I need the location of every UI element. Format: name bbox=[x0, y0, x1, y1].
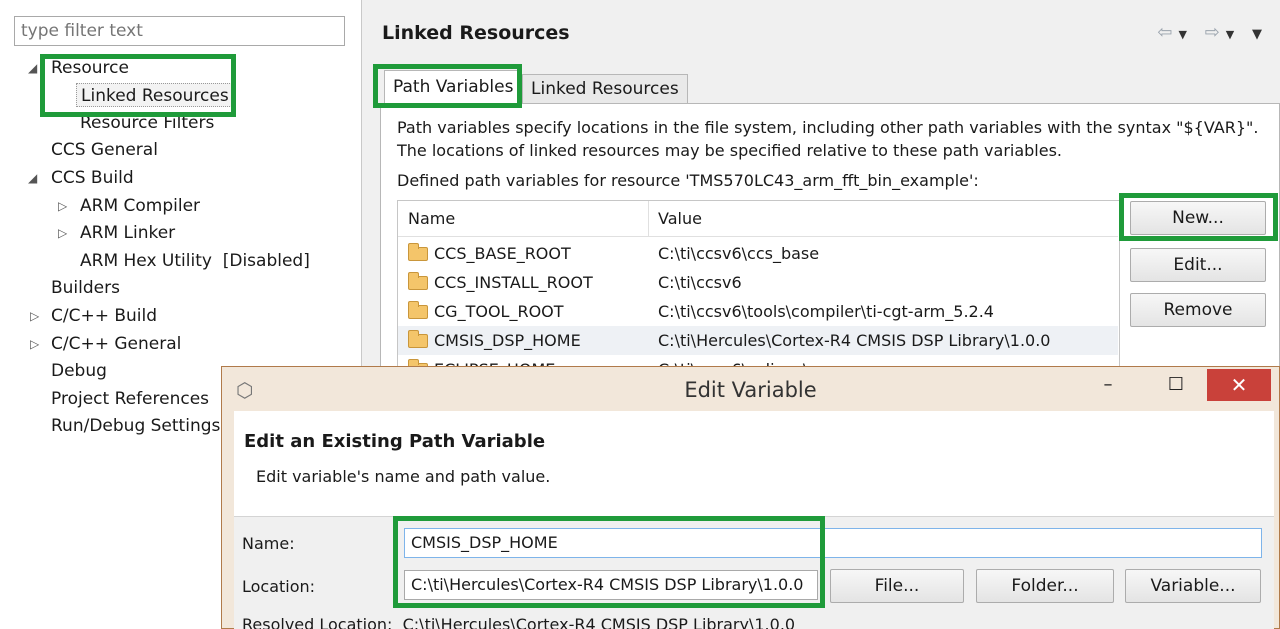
expanded-arrow-icon[interactable]: ◢ bbox=[28, 166, 37, 190]
new-button[interactable]: New... bbox=[1130, 201, 1266, 235]
folder-button[interactable]: Folder... bbox=[976, 569, 1114, 603]
tree-item-resource[interactable]: Resource bbox=[51, 56, 129, 80]
tree-item-ccs-general[interactable]: CCS General bbox=[51, 138, 158, 162]
dialog-subtitle: Edit variable's name and path value. bbox=[256, 467, 551, 486]
tree-item-arm-compiler[interactable]: ARM Compiler bbox=[80, 194, 200, 218]
row-name: CCS_BASE_ROOT bbox=[434, 244, 571, 263]
tab-linked-resources[interactable]: Linked Resources bbox=[522, 74, 688, 104]
collapsed-arrow-icon[interactable]: ▷ bbox=[58, 221, 67, 245]
collapsed-arrow-icon[interactable]: ▷ bbox=[30, 304, 39, 328]
minimize-icon[interactable]: – bbox=[1087, 371, 1129, 401]
row-value: C:\ti\ccsv6\tools\compiler\ti-cgt-arm_5.… bbox=[658, 302, 994, 321]
folder-icon bbox=[408, 243, 428, 261]
collapsed-arrow-icon[interactable]: ▷ bbox=[58, 194, 67, 218]
forward-arrow-icon[interactable]: ⇨ bbox=[1205, 22, 1226, 43]
maximize-icon[interactable]: ☐ bbox=[1155, 371, 1197, 401]
variable-button[interactable]: Variable... bbox=[1125, 569, 1261, 603]
column-header-name[interactable]: Name bbox=[398, 201, 648, 237]
edit-button[interactable]: Edit... bbox=[1130, 248, 1266, 282]
name-field[interactable]: CMSIS_DSP_HOME bbox=[404, 528, 1262, 558]
table-row-selected[interactable]: CMSIS_DSP_HOME C:\ti\Hercules\Cortex-R4 … bbox=[398, 326, 1118, 355]
back-dropdown-icon[interactable]: ▼ bbox=[1179, 28, 1193, 41]
table-row[interactable]: CCS_BASE_ROOT C:\ti\ccsv6\ccs_base bbox=[398, 239, 1118, 268]
tree-item-builders[interactable]: Builders bbox=[51, 276, 120, 300]
collapsed-arrow-icon[interactable]: ▷ bbox=[30, 332, 39, 356]
defined-variables-label: Defined path variables for resource 'TMS… bbox=[397, 171, 979, 190]
page-title: Linked Resources bbox=[382, 22, 570, 44]
tree-item-ccs-build[interactable]: CCS Build bbox=[51, 166, 134, 190]
dialog-banner: Edit an Existing Path Variable Edit vari… bbox=[234, 411, 1274, 517]
row-value: C:\ti\ccsv6\ccs_base bbox=[658, 244, 820, 263]
tree-item-arm-hex-utility[interactable]: ARM Hex Utility [Disabled] bbox=[80, 249, 310, 273]
description-line-2: The locations of linked resources may be… bbox=[397, 141, 1063, 160]
tree-item-debug[interactable]: Debug bbox=[51, 359, 107, 383]
dialog-body: Name: CMSIS_DSP_HOME Location: C:\ti\Her… bbox=[234, 517, 1274, 629]
description-line-1: Path variables specify locations in the … bbox=[397, 118, 1259, 137]
back-arrow-icon[interactable]: ⇦ bbox=[1157, 22, 1178, 43]
row-name: CG_TOOL_ROOT bbox=[434, 302, 564, 321]
filter-input[interactable] bbox=[14, 16, 345, 46]
expanded-arrow-icon[interactable]: ◢ bbox=[28, 56, 37, 80]
tree-item-resource-filters[interactable]: Resource Filters bbox=[80, 111, 214, 135]
tree-item-cpp-general[interactable]: C/C++ General bbox=[51, 332, 181, 356]
tree-item-project-references[interactable]: Project References bbox=[51, 387, 209, 411]
row-value: C:\ti\ccsv6 bbox=[658, 273, 742, 292]
row-name: CCS_INSTALL_ROOT bbox=[434, 273, 593, 292]
folder-icon bbox=[408, 272, 428, 290]
table-row[interactable]: CCS_INSTALL_ROOT C:\ti\ccsv6 bbox=[398, 268, 1118, 297]
page-navigation: ⇦▼ ⇨▼ ▼ bbox=[1157, 22, 1268, 43]
view-menu-icon[interactable]: ▼ bbox=[1252, 27, 1268, 42]
column-header-value[interactable]: Value bbox=[648, 201, 1118, 237]
dialog-heading: Edit an Existing Path Variable bbox=[244, 431, 546, 452]
resolved-location-label: Resolved Location: C:\ti\Hercules\Cortex… bbox=[242, 615, 795, 629]
remove-button[interactable]: Remove bbox=[1130, 293, 1266, 327]
edit-variable-dialog: ⬡ Edit Variable – ☐ ✕ Edit an Existing P… bbox=[221, 366, 1280, 629]
location-label: Location: bbox=[242, 577, 316, 596]
resolved-location-value: C:\ti\Hercules\Cortex-R4 CMSIS DSP Libra… bbox=[402, 615, 796, 629]
row-name: CMSIS_DSP_HOME bbox=[434, 331, 581, 350]
file-button[interactable]: File... bbox=[830, 569, 964, 603]
resolved-label-text: Resolved Location: bbox=[242, 615, 393, 629]
name-label: Name: bbox=[242, 534, 295, 553]
location-field[interactable]: C:\ti\Hercules\Cortex-R4 CMSIS DSP Libra… bbox=[404, 570, 818, 600]
folder-icon bbox=[408, 301, 428, 319]
close-icon[interactable]: ✕ bbox=[1207, 369, 1271, 401]
forward-dropdown-icon[interactable]: ▼ bbox=[1226, 28, 1240, 41]
row-value: C:\ti\Hercules\Cortex-R4 CMSIS DSP Libra… bbox=[658, 331, 1051, 350]
table-row[interactable]: CG_TOOL_ROOT C:\ti\ccsv6\tools\compiler\… bbox=[398, 297, 1118, 326]
tree-item-run-debug-settings[interactable]: Run/Debug Settings bbox=[51, 414, 220, 438]
tree-item-cpp-build[interactable]: C/C++ Build bbox=[51, 304, 157, 328]
tab-path-variables[interactable]: Path Variables bbox=[384, 70, 523, 104]
tree-item-linked-resources[interactable]: Linked Resources bbox=[76, 83, 234, 107]
folder-icon bbox=[408, 330, 428, 348]
tree-item-arm-linker[interactable]: ARM Linker bbox=[80, 221, 175, 245]
